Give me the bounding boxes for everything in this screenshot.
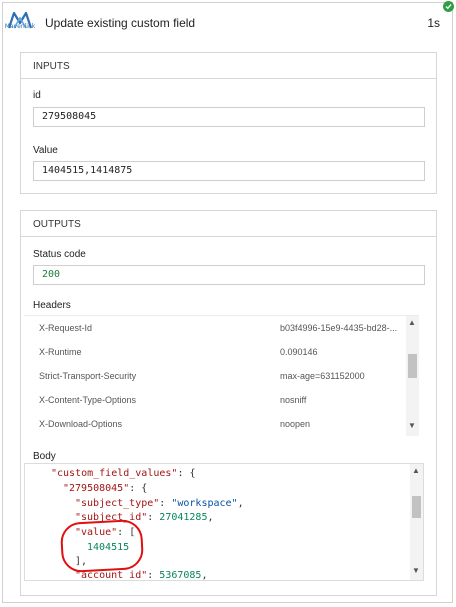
scroll-down-icon[interactable]: ▼ bbox=[412, 567, 420, 575]
action-title: Update existing custom field bbox=[45, 16, 196, 30]
header-value: b03f4996-15e9-4435-bd28-... bbox=[280, 323, 398, 333]
headers-scrollbar[interactable]: ▲ ▼ bbox=[406, 316, 419, 436]
inputs-section: INPUTS id 279508045 Value 1404515,141487… bbox=[20, 52, 437, 194]
table-row: Strict-Transport-Security max-age=631152… bbox=[24, 364, 404, 388]
scroll-thumb[interactable] bbox=[408, 354, 417, 378]
header-key: X-Download-Options bbox=[39, 419, 123, 429]
header-value: 0.090146 bbox=[280, 347, 318, 357]
table-row: X-Download-Options noopen bbox=[24, 412, 404, 436]
header-key: X-Request-Id bbox=[39, 323, 93, 333]
header-key: X-Runtime bbox=[39, 347, 82, 357]
code-line: "279508045": { bbox=[63, 483, 148, 494]
table-row: X-Runtime 0.090146 bbox=[24, 340, 404, 364]
status-code-field[interactable]: 200 bbox=[33, 265, 425, 285]
scroll-thumb[interactable] bbox=[412, 496, 421, 518]
outputs-title: OUTPUTS bbox=[21, 211, 436, 237]
id-label: id bbox=[33, 90, 41, 101]
header-value: max-age=631152000 bbox=[280, 371, 365, 381]
value-label: Value bbox=[33, 145, 58, 156]
check-circle-icon bbox=[443, 1, 454, 12]
body-label: Body bbox=[33, 451, 56, 462]
scroll-down-icon[interactable]: ▼ bbox=[408, 422, 416, 430]
header-value: noopen bbox=[280, 419, 311, 429]
headers-label: Headers bbox=[33, 300, 71, 311]
header-key: X-Content-Type-Options bbox=[39, 395, 137, 405]
annotation-circle bbox=[59, 518, 145, 574]
code-line: "custom_field_values": { bbox=[51, 468, 196, 479]
body-scrollbar[interactable]: ▲ ▼ bbox=[410, 464, 423, 580]
header-key: Strict-Transport-Security bbox=[39, 371, 137, 381]
status-code-label: Status code bbox=[33, 249, 86, 260]
scroll-up-icon[interactable]: ▲ bbox=[408, 319, 416, 327]
header-value: nosniff bbox=[280, 395, 307, 405]
action-header[interactable]: Mavenlink Update existing custom field 1… bbox=[3, 3, 452, 43]
scroll-up-icon[interactable]: ▲ bbox=[412, 467, 420, 475]
inputs-title: INPUTS bbox=[21, 53, 436, 79]
table-row: X-Request-Id b03f4996-15e9-4435-bd28-... bbox=[24, 316, 404, 340]
logo-caption: Mavenlink bbox=[4, 23, 36, 30]
code-line: "account_id": 5367085, bbox=[75, 570, 208, 581]
table-row: X-Content-Type-Options nosniff bbox=[24, 388, 404, 412]
code-line: "subject_type": "workspace", bbox=[75, 498, 244, 509]
headers-table[interactable]: X-Request-Id b03f4996-15e9-4435-bd28-...… bbox=[24, 315, 419, 436]
id-field[interactable]: 279508045 bbox=[33, 107, 425, 127]
value-field[interactable]: 1404515,1414875 bbox=[33, 161, 425, 181]
run-duration: 1s bbox=[427, 16, 440, 30]
